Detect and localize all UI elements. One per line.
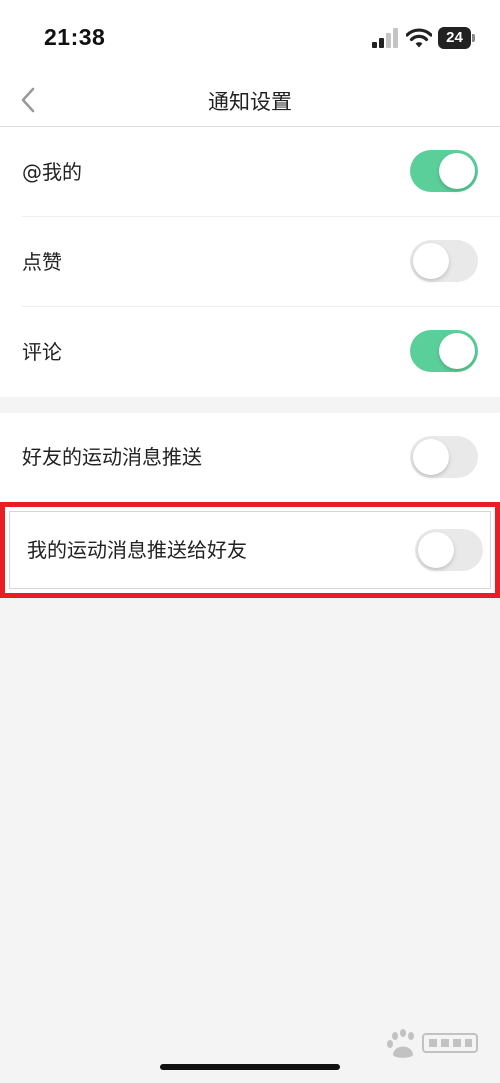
setting-label: 好友的运动消息推送 (22, 445, 202, 469)
battery-tip (472, 34, 475, 42)
setting-label: 评论 (22, 340, 62, 364)
battery-level: 24 (438, 27, 471, 49)
status-bar: 21:38 24 (0, 0, 500, 78)
signal-icon (372, 28, 398, 48)
setting-row-share-my-activity: 我的运动消息推送给好友 (0, 502, 500, 598)
toggle-knob (439, 333, 475, 369)
setting-label: 我的运动消息推送给好友 (27, 538, 247, 562)
settings-group-activity: 好友的运动消息推送 (0, 413, 500, 502)
page-title: 通知设置 (208, 90, 292, 114)
setting-row-comments: 评论 (0, 307, 500, 397)
toggle-knob (439, 153, 475, 189)
toggle-knob (418, 532, 454, 568)
toggle-switch[interactable] (410, 240, 478, 282)
toggle-switch[interactable] (410, 436, 478, 478)
battery-icon: 24 (438, 27, 476, 49)
toggle-switch[interactable] (410, 330, 478, 372)
toggle-knob (413, 439, 449, 475)
setting-label: 点赞 (22, 250, 62, 274)
nav-bar: 通知设置 (0, 78, 500, 127)
wifi-icon (406, 28, 432, 48)
toggle-switch[interactable] (410, 150, 478, 192)
baidu-jingyan-logo (381, 1026, 481, 1062)
setting-label: @我的 (22, 160, 82, 184)
setting-row-friends-activity-push: 好友的运动消息推送 (0, 413, 500, 502)
home-indicator[interactable] (160, 1064, 340, 1070)
setting-row-likes: 点赞 (0, 217, 500, 307)
setting-row-mentions: @我的 (0, 127, 500, 217)
status-time: 21:38 (44, 24, 106, 50)
settings-group-interactions: @我的 点赞 评论 (0, 127, 500, 397)
toggle-knob (413, 243, 449, 279)
toggle-switch[interactable] (415, 529, 483, 571)
